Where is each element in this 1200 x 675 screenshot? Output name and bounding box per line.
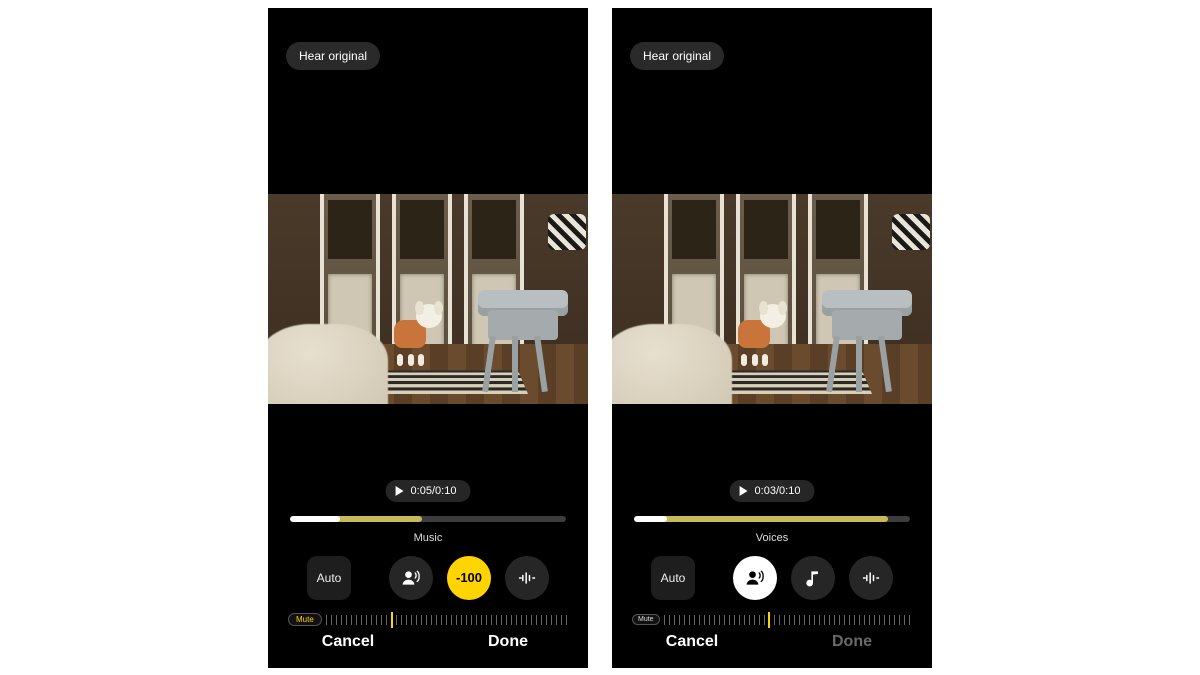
scene-bed [268,324,388,404]
ambient-mode-button[interactable] [505,556,549,600]
active-category-label: Voices [612,532,932,544]
voices-mode-button[interactable] [389,556,433,600]
auto-button[interactable]: Auto [651,556,695,600]
ambient-mode-button[interactable] [849,556,893,600]
video-preview[interactable] [612,194,932,404]
auto-button[interactable]: Auto [307,556,351,600]
mode-row: Auto -100 [268,552,588,604]
scene-stool [812,282,922,392]
done-button[interactable]: Done [428,622,588,662]
done-button[interactable]: Done [772,622,932,662]
scene-bed [612,324,732,404]
scene-stool [468,282,578,392]
hear-original-button[interactable]: Hear original [630,42,724,70]
scene-dog [730,298,790,358]
play-icon [740,486,748,496]
playback-time: 0:05/0:10 [411,485,457,497]
play-icon [396,486,404,496]
timeline-scrubber[interactable] [634,516,910,522]
playback-time: 0:03/0:10 [755,485,801,497]
music-note-icon [803,568,823,588]
active-category-label: Music [268,532,588,544]
bottom-actions: Cancel Done [612,622,932,662]
music-value: -100 [456,570,482,585]
play-button[interactable]: 0:03/0:10 [730,480,815,502]
hear-original-button[interactable]: Hear original [286,42,380,70]
music-mode-button[interactable]: -100 [447,556,491,600]
mode-row: Auto [612,552,932,604]
scene-dog [386,298,446,358]
cancel-button[interactable]: Cancel [268,622,428,662]
audio-mix-editor-screen-1: Hear original 0:05/0:10 [268,8,588,668]
scene-pillow [548,214,586,250]
voices-icon [401,568,421,588]
voices-icon [745,568,765,588]
music-mode-button[interactable] [791,556,835,600]
scene-pillow [892,214,930,250]
waveform-icon [517,568,537,588]
cancel-button[interactable]: Cancel [612,622,772,662]
play-button[interactable]: 0:05/0:10 [386,480,471,502]
bottom-actions: Cancel Done [268,622,588,662]
waveform-icon [861,568,881,588]
timeline-fill-white [290,516,340,522]
audio-mix-editor-screen-2: Hear original 0:03/0:10 [612,8,932,668]
video-preview[interactable] [268,194,588,404]
timeline-fill-yellow [634,516,888,522]
timeline-fill-white [634,516,667,522]
voices-mode-button[interactable] [733,556,777,600]
timeline-scrubber[interactable] [290,516,566,522]
